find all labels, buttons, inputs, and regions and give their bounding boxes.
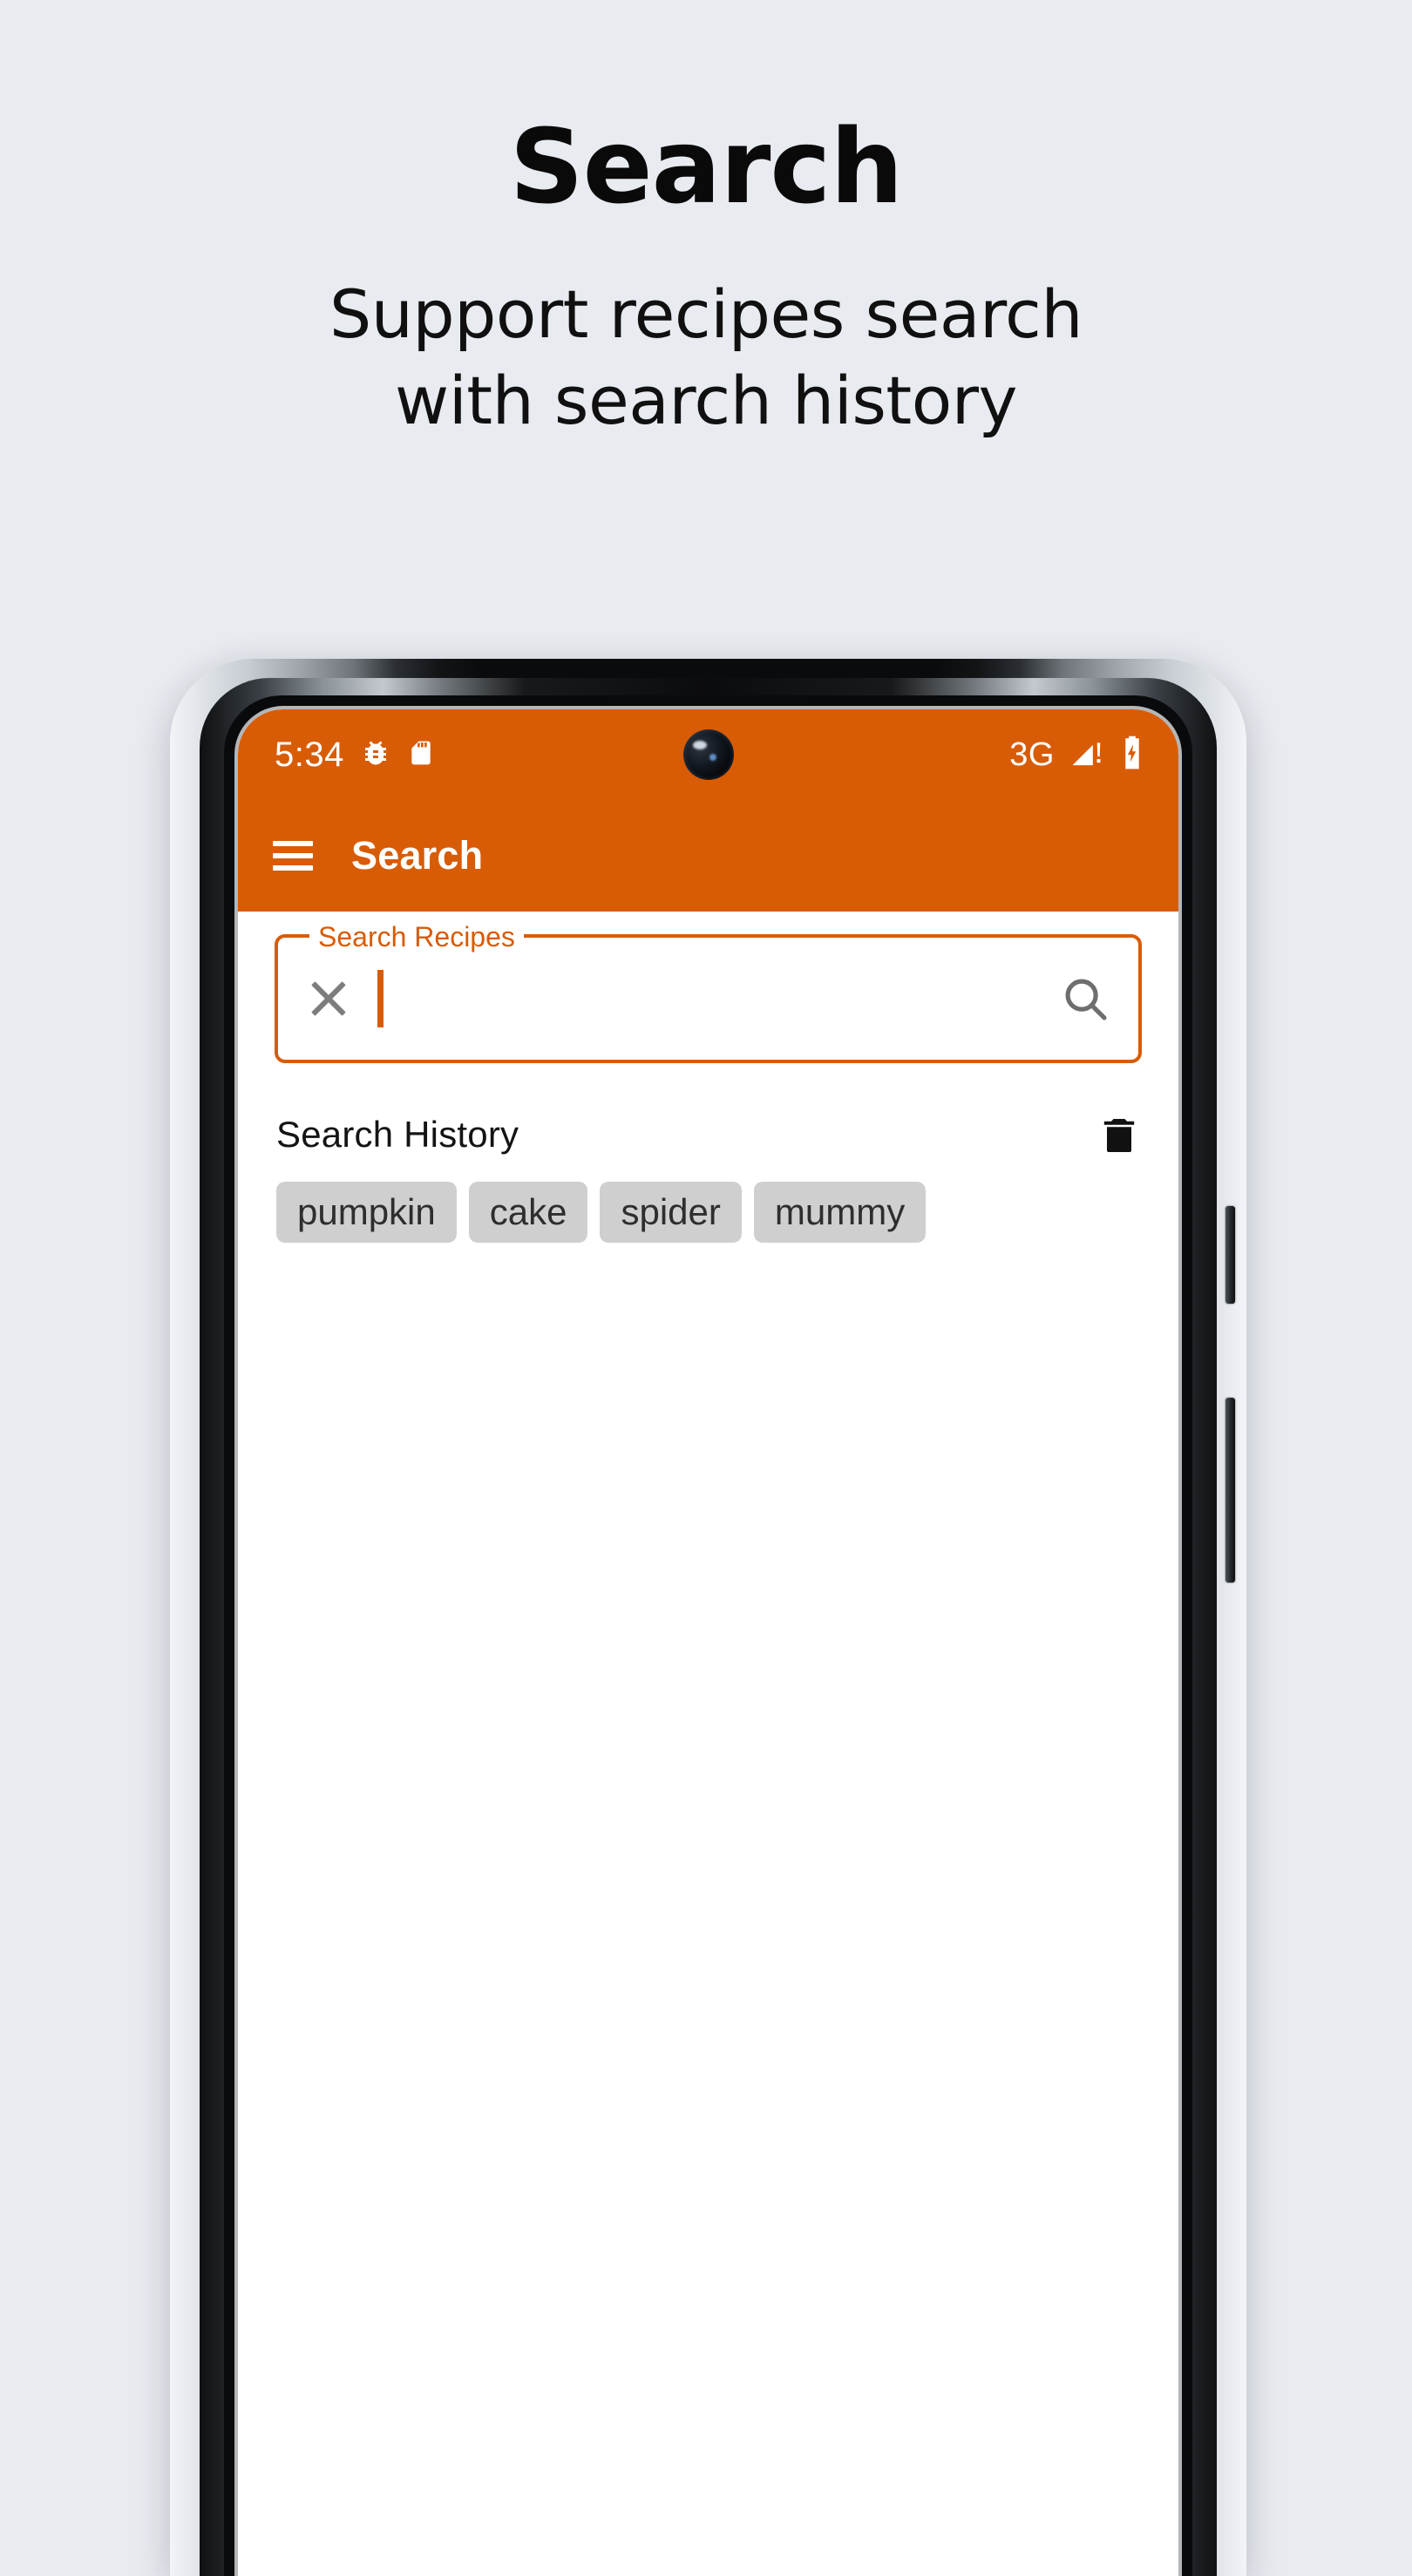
status-bar-right: 3G [1009, 735, 1144, 776]
promo-header: Search Support recipes search with searc… [0, 0, 1412, 444]
search-history-header: Search History [238, 1063, 1178, 1159]
list-item[interactable]: pumpkin [276, 1182, 457, 1243]
list-item[interactable]: spider [600, 1182, 742, 1243]
phone-screen: 5:34 3G Search Search Recipes Search His… [238, 709, 1178, 2576]
promo-subtitle-line-2: with search history [395, 361, 1017, 439]
search-field-label: Search Recipes [309, 921, 524, 952]
search-field-container: Search Recipes [238, 912, 1178, 1063]
signal-warning-icon [1069, 736, 1107, 775]
search-history-chips: pumpkin cake spider mummy [238, 1159, 1178, 1243]
battery-charging-icon [1121, 735, 1144, 776]
volume-rocker-button[interactable] [1225, 1398, 1235, 1583]
bug-icon [360, 737, 391, 773]
search-field[interactable]: Search Recipes [275, 921, 1142, 1063]
list-item[interactable]: mummy [753, 1182, 927, 1243]
search-icon[interactable] [1058, 972, 1112, 1026]
search-history-title: Search History [276, 1114, 519, 1155]
front-camera-punch-hole [682, 729, 734, 780]
hamburger-line-1 [273, 841, 313, 846]
sd-card-icon [407, 737, 435, 773]
phone-mockup: 5:34 3G Search Search Recipes Search His… [170, 659, 1246, 2576]
trash-icon[interactable] [1098, 1110, 1140, 1159]
search-input[interactable] [384, 938, 1058, 1060]
text-caret [377, 970, 384, 1027]
hamburger-line-2 [273, 853, 313, 858]
hamburger-line-3 [273, 865, 313, 871]
status-bar-left: 5:34 [275, 736, 435, 775]
status-bar: 5:34 3G [238, 709, 1178, 800]
hamburger-menu-icon[interactable] [273, 841, 313, 871]
page-title: Search [509, 106, 904, 227]
network-type-label: 3G [1009, 736, 1055, 773]
power-button[interactable] [1225, 1206, 1235, 1304]
list-item[interactable]: cake [468, 1182, 588, 1243]
close-x-icon[interactable] [304, 974, 353, 1023]
app-bar-title: Search [351, 833, 484, 878]
status-bar-clock: 5:34 [275, 735, 344, 774]
promo-subtitle-line-1: Support recipes search [329, 275, 1083, 353]
app-bar: Search [238, 800, 1178, 912]
promo-subtitle: Support recipes search with search histo… [0, 272, 1412, 444]
screen-content: Search Recipes Search History pumpkin ca… [238, 912, 1178, 2576]
